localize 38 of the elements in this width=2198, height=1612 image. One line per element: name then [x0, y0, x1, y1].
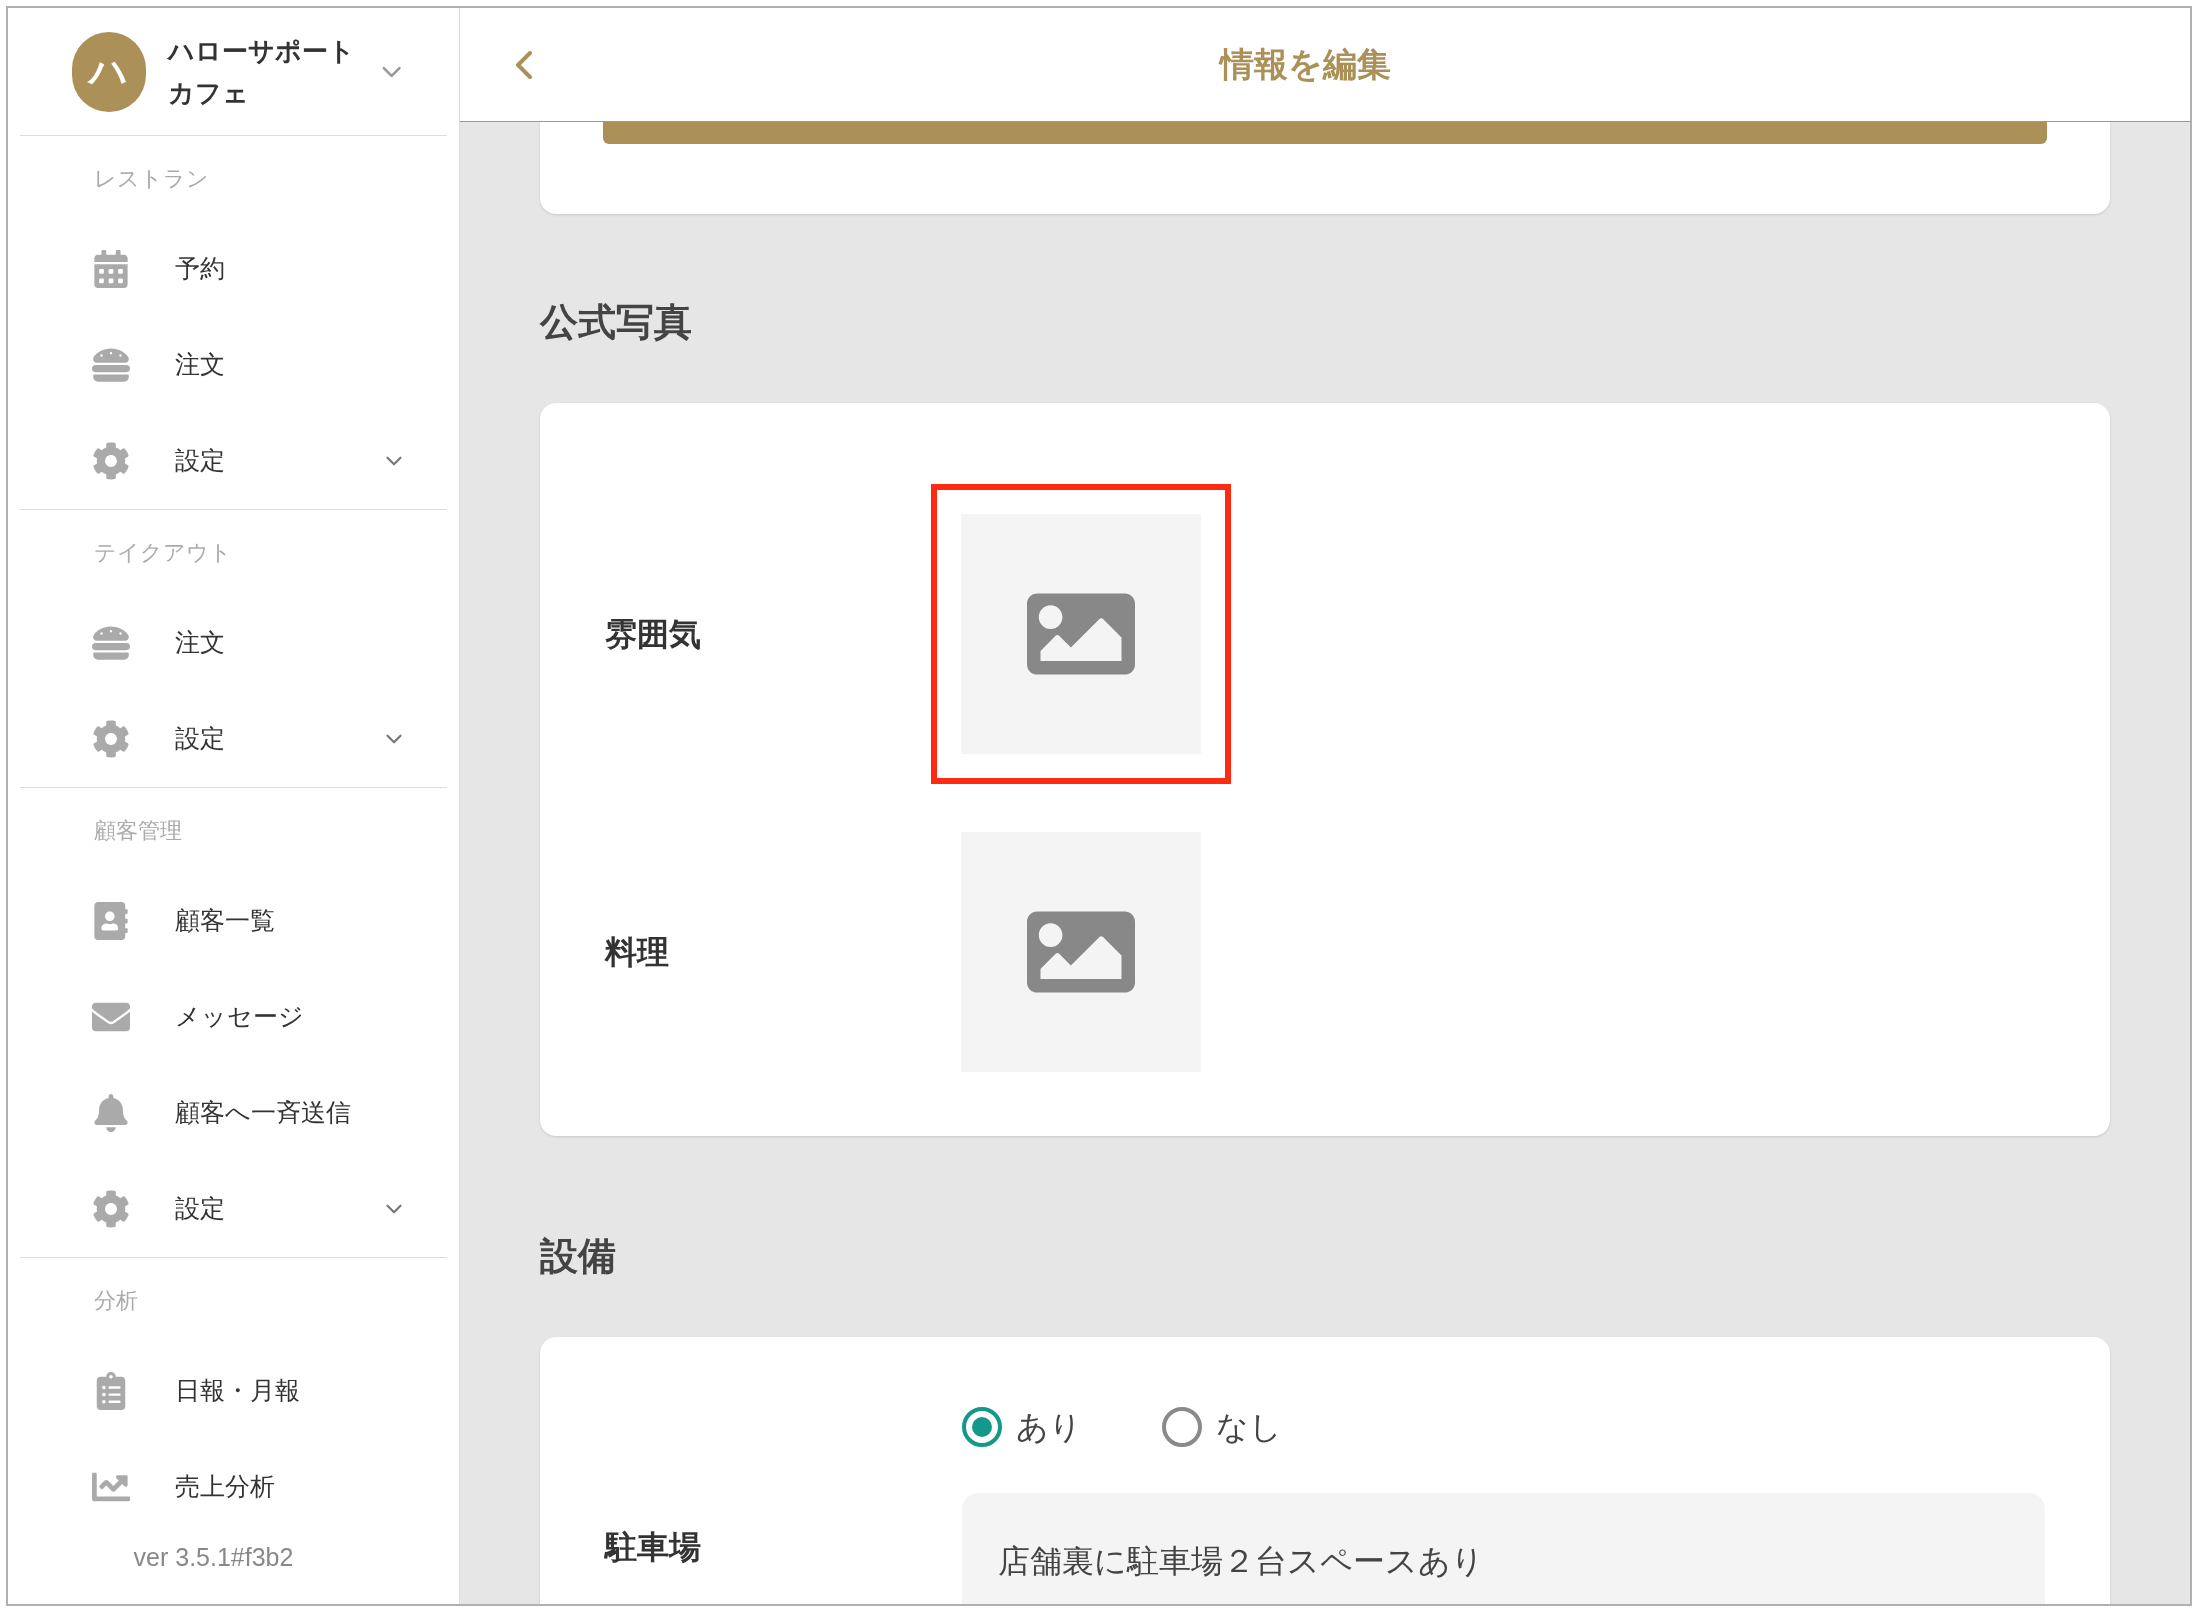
sidebar-item-label: 顧客へ一斉送信: [175, 1097, 351, 1129]
account-name: ハローサポートカフェ: [167, 34, 356, 110]
section-title: 公式写真: [540, 300, 693, 345]
sidebar-item-label: 売上分析: [175, 1471, 275, 1503]
sidebar-item[interactable]: 顧客一覧: [20, 873, 447, 969]
version-text: ver 3.5.1#f3b2: [133, 1542, 294, 1573]
section-heading: レストラン: [94, 166, 209, 191]
sidebar-item-label: 日報・月報: [175, 1375, 300, 1407]
sidebar-item[interactable]: 売上分析: [20, 1439, 447, 1535]
sidebar-item[interactable]: 顧客へ一斉送信: [20, 1065, 447, 1161]
sidebar-item-label: 設定: [175, 445, 225, 477]
section-heading: 顧客管理: [94, 818, 182, 843]
sidebar-item-label: 注文: [175, 349, 225, 381]
sidebar-item[interactable]: 設定: [20, 413, 447, 509]
sidebar-item[interactable]: 設定: [20, 1161, 447, 1257]
row-label: 駐車場: [605, 1529, 701, 1565]
text-area[interactable]: 店舗裏に駐車場２台スペースあり: [962, 1493, 2045, 1604]
sidebar-item-label: 注文: [175, 627, 225, 659]
sidebar-item-label: 予約: [175, 253, 225, 285]
section-title: 設備: [540, 1234, 617, 1279]
sidebar-item[interactable]: 注文: [20, 595, 447, 691]
section-heading: 分析: [94, 1288, 138, 1313]
page-title: 情報を編集: [1217, 44, 1392, 85]
row-label: 雰囲気: [605, 615, 702, 654]
sidebar-item-label: メッセージ: [175, 1001, 304, 1033]
sidebar-item[interactable]: 注文: [20, 317, 447, 413]
radio-option[interactable]: あり: [962, 1403, 1082, 1451]
avatar: ハ: [72, 31, 146, 112]
sidebar-item-label: 設定: [175, 1193, 225, 1225]
sidebar-item[interactable]: 予約: [20, 221, 447, 317]
sidebar-item[interactable]: 設定: [20, 691, 447, 787]
section-heading: テイクアウト: [94, 540, 232, 565]
sidebar-item-label: 顧客一覧: [175, 905, 275, 937]
row-label: 料理: [605, 933, 670, 972]
sidebar-item[interactable]: メッセージ: [20, 969, 447, 1065]
sidebar-item[interactable]: 日報・月報: [20, 1343, 447, 1439]
sidebar-item-label: 設定: [175, 723, 225, 755]
radio-option[interactable]: なし: [1162, 1403, 1282, 1451]
